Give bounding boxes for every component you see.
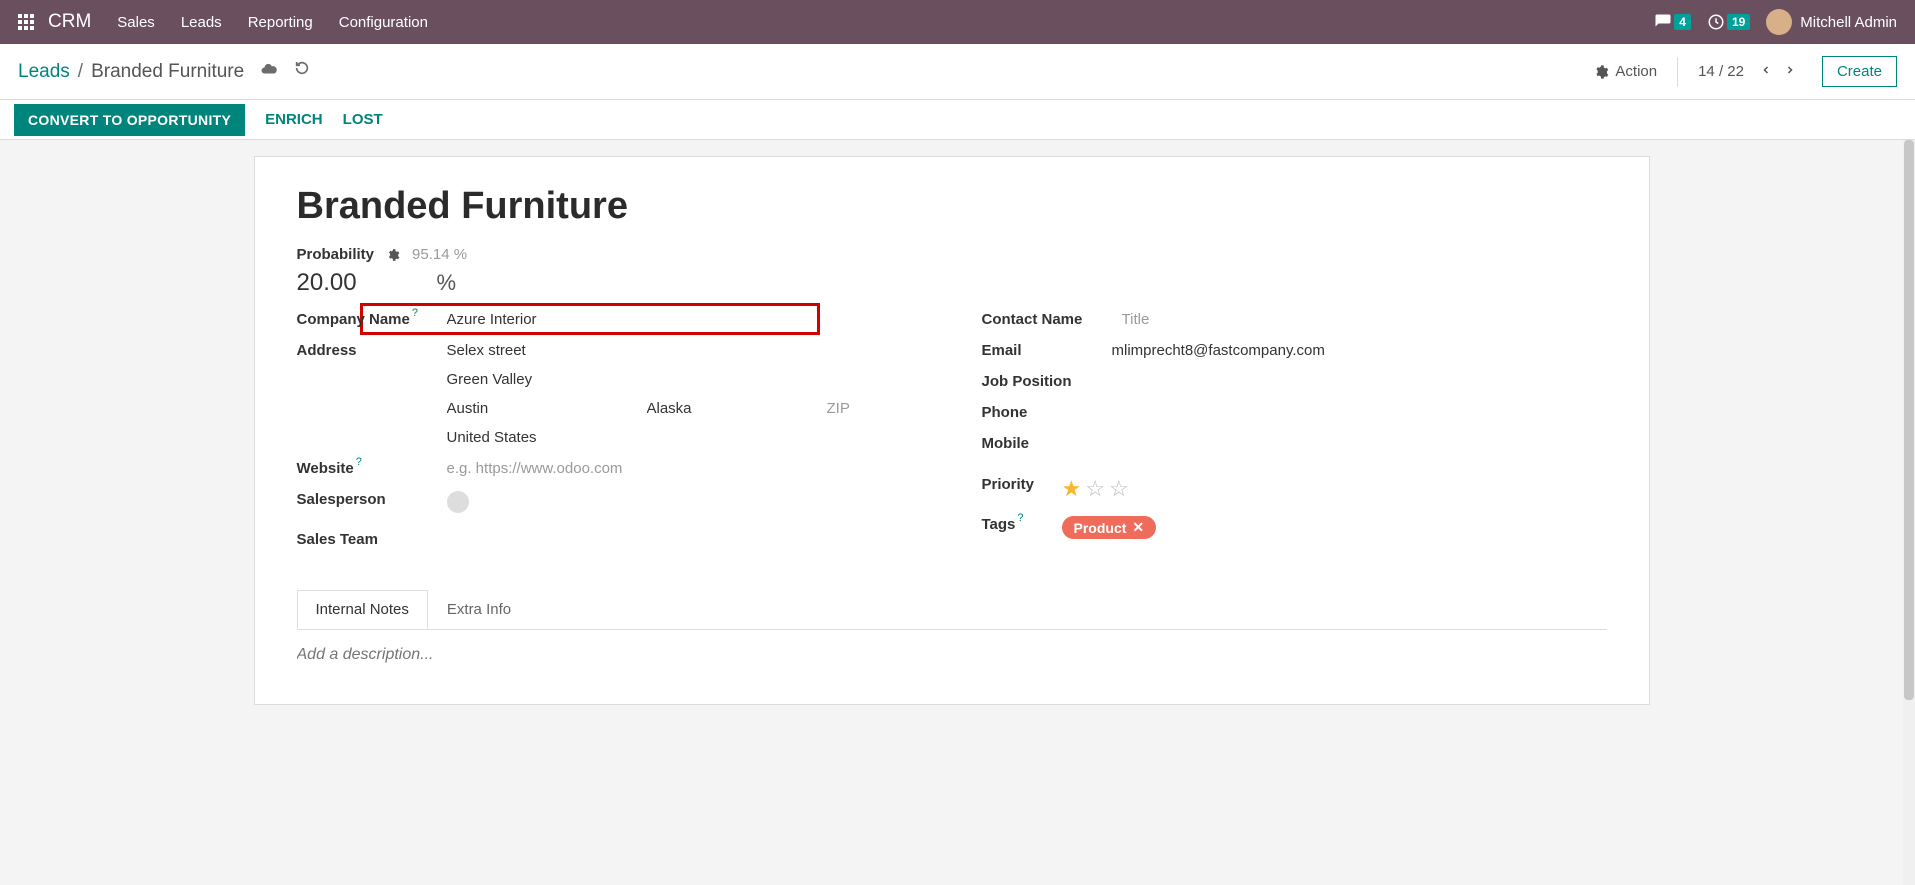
nav-reporting[interactable]: Reporting [248, 14, 313, 31]
app-brand[interactable]: CRM [48, 11, 91, 33]
form-sheet: Branded Furniture Probability 95.14 % 20… [254, 156, 1650, 705]
star-icon[interactable]: ★ [1062, 476, 1086, 501]
tab-internal-notes[interactable]: Internal Notes [297, 590, 428, 629]
website-input[interactable] [447, 460, 922, 477]
apps-icon[interactable] [18, 14, 34, 30]
breadcrumb-root[interactable]: Leads [18, 61, 70, 83]
zip-input[interactable] [827, 400, 907, 417]
tag-label: Product [1074, 520, 1127, 536]
user-name: Mitchell Admin [1800, 14, 1897, 31]
country-input[interactable] [447, 429, 922, 446]
salesperson-avatar[interactable] [447, 491, 469, 513]
chevron-right-icon [1784, 63, 1796, 77]
lost-button[interactable]: LOST [343, 111, 383, 128]
cloud-save-icon[interactable] [260, 60, 278, 83]
gear-icon[interactable] [386, 248, 400, 262]
mobile-input[interactable] [1112, 435, 1607, 452]
scrollbar-thumb[interactable] [1904, 140, 1914, 700]
probability-label: Probability [297, 246, 375, 263]
star-icon[interactable]: ☆ [1109, 476, 1133, 501]
website-label: Website [297, 460, 354, 477]
gear-icon [1593, 64, 1609, 80]
breadcrumb-current: Branded Furniture [91, 61, 244, 83]
breadcrumb-sep: / [78, 61, 83, 83]
messages-button[interactable]: 4 [1654, 13, 1691, 31]
street-input[interactable] [447, 342, 922, 359]
help-icon[interactable]: ? [356, 456, 362, 468]
chat-icon [1654, 13, 1672, 31]
contact-label: Contact Name [982, 311, 1112, 328]
phone-input[interactable] [1112, 404, 1607, 421]
mobile-label: Mobile [982, 435, 1112, 452]
probability-hint: 95.14 % [412, 246, 467, 263]
pager-text[interactable]: 14 / 22 [1698, 63, 1744, 80]
probability-input[interactable]: 20.00 [297, 269, 367, 297]
close-icon[interactable]: ✕ [1132, 519, 1144, 536]
company-label: Company Name [297, 311, 410, 328]
lead-title[interactable]: Branded Furniture [297, 185, 1607, 228]
activities-badge: 19 [1727, 14, 1750, 30]
priority-label: Priority [982, 476, 1062, 502]
action-label: Action [1615, 63, 1657, 80]
scrollbar[interactable] [1903, 140, 1915, 885]
job-input[interactable] [1112, 373, 1607, 390]
nav-configuration[interactable]: Configuration [339, 14, 428, 31]
help-icon[interactable]: ? [412, 307, 418, 319]
state-input[interactable] [647, 400, 807, 417]
salesteam-label: Sales Team [297, 531, 447, 548]
title-input[interactable] [1122, 311, 1607, 328]
salesperson-label: Salesperson [297, 491, 447, 517]
activities-button[interactable]: 19 [1707, 13, 1750, 31]
enrich-button[interactable]: ENRICH [265, 111, 323, 128]
avatar [1766, 9, 1792, 35]
salesteam-input[interactable] [447, 531, 922, 548]
help-icon[interactable]: ? [1017, 512, 1023, 524]
create-button[interactable]: Create [1822, 56, 1897, 87]
messages-badge: 4 [1674, 14, 1691, 30]
tab-extra-info[interactable]: Extra Info [428, 590, 530, 629]
email-input[interactable] [1112, 342, 1607, 359]
probability-pct: % [437, 270, 457, 296]
phone-label: Phone [982, 404, 1112, 421]
chevron-left-icon [1760, 63, 1772, 77]
action-menu[interactable]: Action [1593, 63, 1657, 80]
nav-leads[interactable]: Leads [181, 14, 222, 31]
description-input[interactable] [297, 646, 1607, 664]
user-menu[interactable]: Mitchell Admin [1766, 9, 1897, 35]
job-label: Job Position [982, 373, 1112, 390]
tags-label: Tags [982, 516, 1016, 533]
priority-stars[interactable]: ★☆☆ [1062, 476, 1607, 502]
nav-sales[interactable]: Sales [117, 14, 155, 31]
pager-prev[interactable] [1754, 59, 1778, 85]
pager-next[interactable] [1778, 59, 1802, 85]
address-label: Address [297, 342, 447, 359]
divider [1677, 57, 1678, 87]
convert-button[interactable]: CONVERT TO OPPORTUNITY [14, 104, 245, 136]
discard-icon[interactable] [294, 60, 310, 83]
star-icon[interactable]: ☆ [1085, 476, 1109, 501]
company-input[interactable] [447, 311, 922, 328]
street2-input[interactable] [447, 371, 922, 388]
email-label: Email [982, 342, 1112, 359]
tag-chip[interactable]: Product ✕ [1062, 516, 1157, 539]
city-input[interactable] [447, 400, 627, 417]
clock-icon [1707, 13, 1725, 31]
